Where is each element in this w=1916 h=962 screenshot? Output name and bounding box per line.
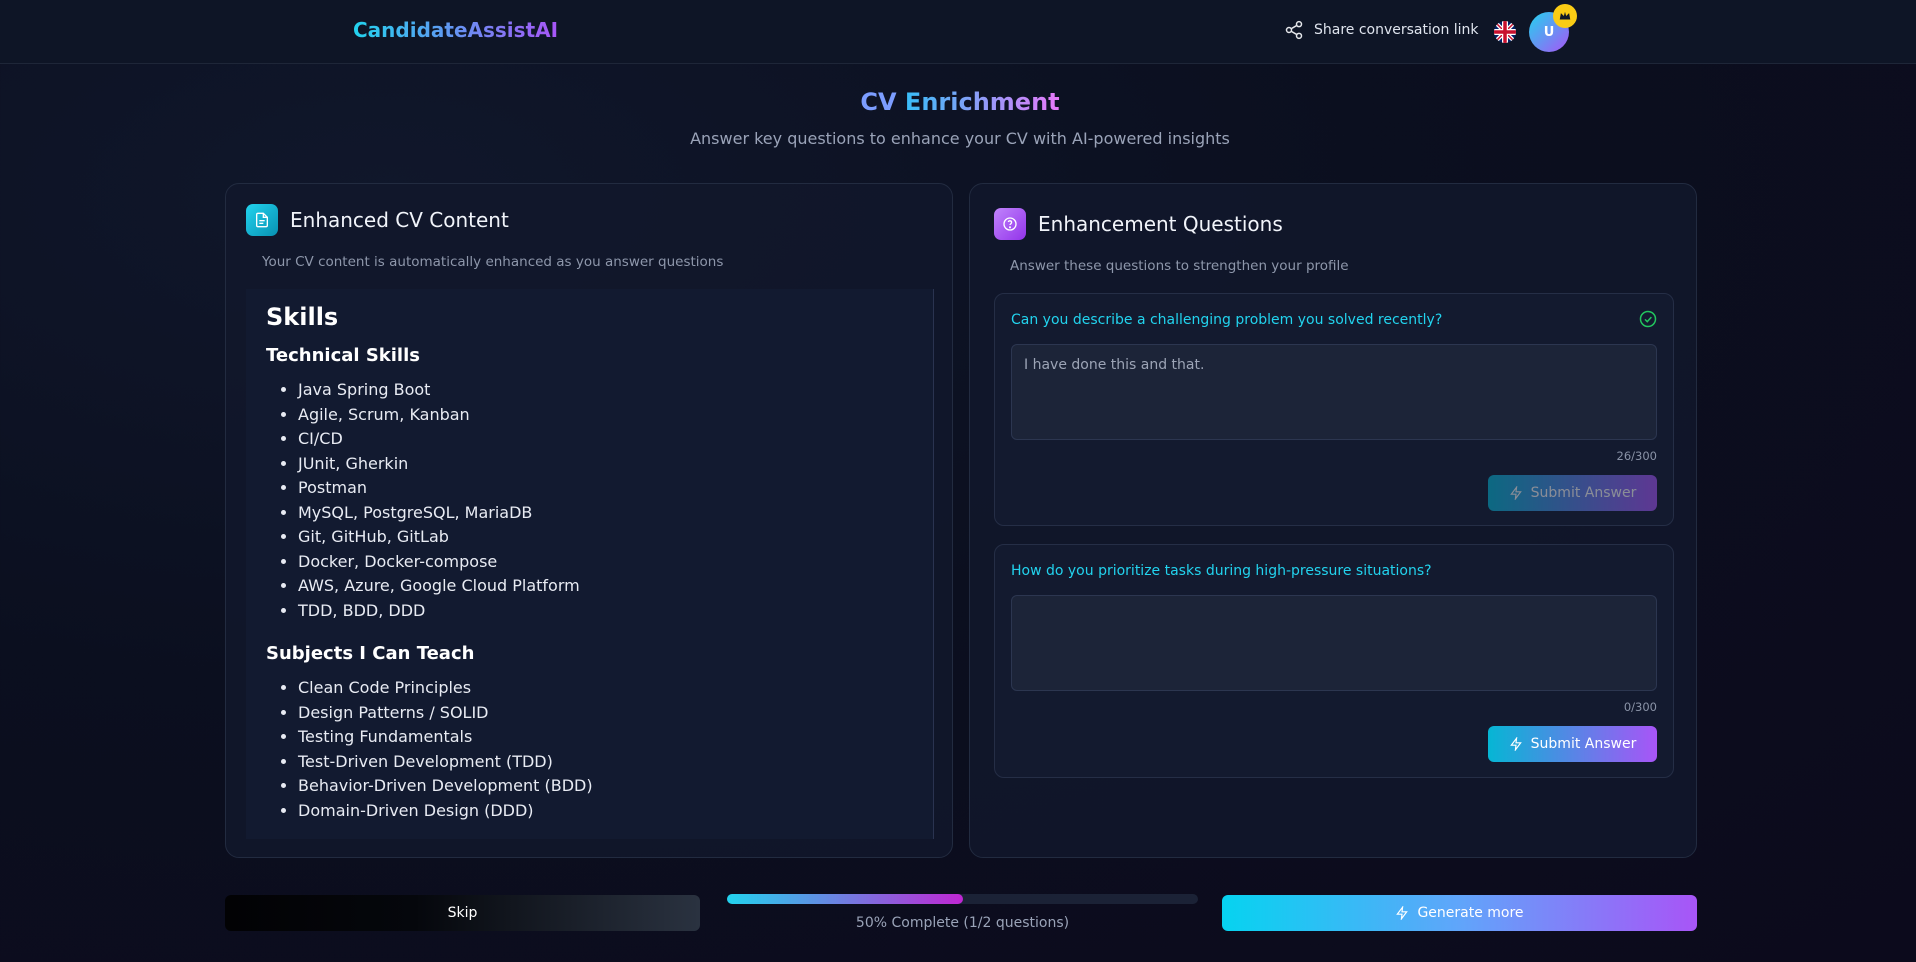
teach-subjects-list: Clean Code Principles Design Patterns / … — [266, 676, 913, 823]
progress-text: 50% Complete (1/2 questions) — [855, 915, 1070, 931]
list-item: JUnit, Gherkin — [298, 452, 913, 477]
submit-label: Submit Answer — [1530, 736, 1637, 752]
list-item: Test-Driven Development (TDD) — [298, 750, 913, 775]
cv-panel-description: Your CV content is automatically enhance… — [262, 254, 724, 270]
char-counter: 0/300 — [1623, 700, 1657, 714]
questions-panel: Enhancement Questions Answer these quest… — [969, 183, 1697, 858]
page-subtitle: Answer key questions to enhance your CV … — [690, 129, 1230, 148]
progress-fill — [727, 894, 963, 904]
answer-textarea[interactable] — [1011, 595, 1657, 691]
list-item: AWS, Azure, Google Cloud Platform — [298, 574, 913, 599]
top-bar: CandidateAssistAI Share conversation lin… — [0, 0, 1916, 64]
char-counter: 26/300 — [1616, 449, 1657, 463]
list-item: Postman — [298, 476, 913, 501]
list-item: Docker, Docker-compose — [298, 550, 913, 575]
help-circle-icon — [994, 208, 1026, 240]
list-item: Behavior-Driven Development (BDD) — [298, 774, 913, 799]
page-title: CV Enrichment — [0, 88, 1916, 116]
check-circle-icon — [1639, 310, 1657, 328]
page-title-part2: Enrichment — [904, 88, 1060, 116]
list-item: Clean Code Principles — [298, 676, 913, 701]
list-item: TDD, BDD, DDD — [298, 599, 913, 624]
list-item: Java Spring Boot — [298, 378, 913, 403]
share-label: Share conversation link — [1314, 22, 1479, 38]
cv-group-heading: Technical Skills — [266, 345, 420, 366]
list-item: CI/CD — [298, 427, 913, 452]
share-conversation-button[interactable]: Share conversation link — [1284, 20, 1479, 40]
skip-button[interactable]: Skip — [225, 895, 700, 931]
generate-label: Generate more — [1417, 905, 1524, 921]
cv-panel-header: Enhanced CV Content — [246, 204, 509, 236]
list-item: Git, GitHub, GitLab — [298, 525, 913, 550]
question-text: How do you prioritize tasks during high-… — [1011, 563, 1432, 579]
questions-panel-description: Answer these questions to strengthen you… — [1010, 258, 1349, 274]
question-card: How do you prioritize tasks during high-… — [994, 544, 1674, 778]
submit-answer-button[interactable]: Submit Answer — [1488, 475, 1657, 511]
list-item: MySQL, PostgreSQL, MariaDB — [298, 501, 913, 526]
technical-skills-list: Java Spring Boot Agile, Scrum, Kanban CI… — [266, 378, 913, 623]
list-item: Design Patterns / SOLID — [298, 701, 913, 726]
submit-label: Submit Answer — [1530, 485, 1637, 501]
zap-icon — [1509, 486, 1522, 500]
cv-content-box[interactable]: Skills Technical Skills Java Spring Boot… — [246, 289, 934, 839]
cv-content-panel: Enhanced CV Content Your CV content is a… — [225, 183, 953, 858]
list-item: Agile, Scrum, Kanban — [298, 403, 913, 428]
questions-panel-title: Enhancement Questions — [1038, 212, 1283, 236]
cv-group-heading: Subjects I Can Teach — [266, 643, 475, 664]
progress-bar — [727, 894, 1198, 904]
avatar-initial: U — [1543, 24, 1555, 40]
questions-panel-header: Enhancement Questions — [994, 208, 1283, 240]
list-item: Domain-Driven Design (DDD) — [298, 799, 913, 824]
skip-label: Skip — [447, 905, 478, 921]
submit-answer-button[interactable]: Submit Answer — [1488, 726, 1657, 762]
page-title-part1: CV — [860, 88, 897, 116]
answer-textarea[interactable]: I have done this and that. — [1011, 344, 1657, 440]
zap-icon — [1396, 906, 1409, 920]
crown-icon — [1553, 4, 1577, 28]
language-flag-icon[interactable] — [1494, 21, 1516, 43]
document-icon — [246, 204, 278, 236]
share-icon — [1285, 20, 1303, 40]
question-card: Can you describe a challenging problem y… — [994, 293, 1674, 526]
cv-section-title: Skills — [266, 303, 339, 331]
list-item: Testing Fundamentals — [298, 725, 913, 750]
generate-more-button[interactable]: Generate more — [1222, 895, 1697, 931]
question-text: Can you describe a challenging problem y… — [1011, 312, 1443, 328]
cv-panel-title: Enhanced CV Content — [290, 208, 509, 232]
zap-icon — [1509, 737, 1522, 751]
brand-logo[interactable]: CandidateAssistAI — [353, 18, 558, 42]
